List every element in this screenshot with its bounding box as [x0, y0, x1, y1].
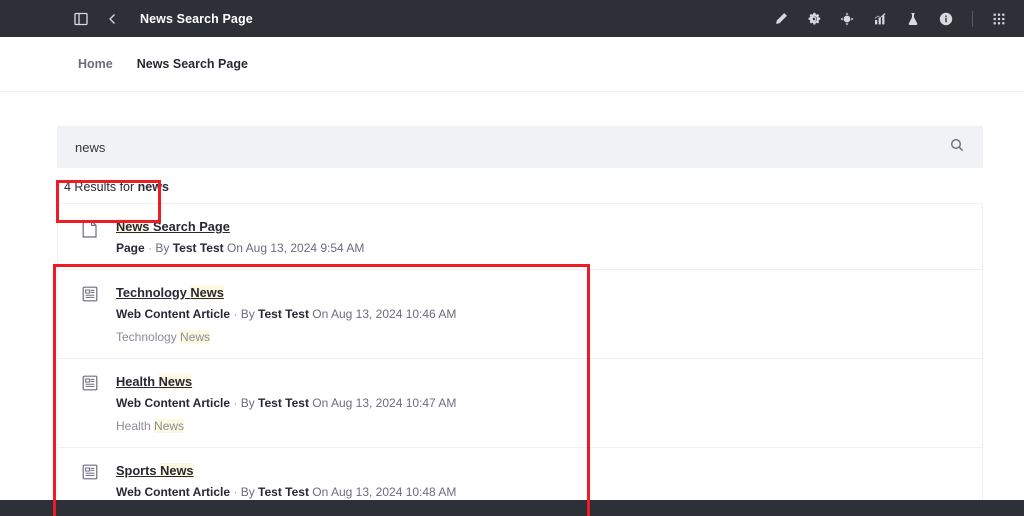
result-by-label: By [240, 485, 259, 499]
breadcrumb-item-home[interactable]: Home [78, 57, 113, 71]
web-content-article-icon [82, 373, 116, 433]
title-highlight: News [158, 374, 193, 389]
title-highlight: News [160, 463, 194, 478]
result-author: Test Test [172, 241, 224, 255]
snippet-pre: Health [116, 419, 155, 433]
table-row[interactable]: Health News Web Content Article · By Tes… [58, 359, 982, 448]
result-date: On Aug 13, 2024 10:47 AM [308, 396, 457, 410]
result-meta: Web Content Article · By Test Test On Au… [116, 485, 982, 499]
result-title-link[interactable]: Technology News [116, 285, 224, 300]
page-document-icon [82, 218, 116, 255]
search-icon [950, 138, 964, 157]
pencil-edit-icon[interactable] [772, 10, 790, 28]
search-input-value: news [75, 139, 106, 155]
sidebar-toggle-icon[interactable] [72, 10, 90, 28]
result-by-label: By [240, 396, 259, 410]
snippet-highlight: News [154, 419, 185, 433]
search-bar: news [57, 126, 983, 168]
product-menu-bar: News Search Page [0, 0, 1024, 37]
search-page-content: news 4 Results for news News Search Page… [0, 92, 1024, 516]
results-count-term: news [137, 180, 169, 194]
snippet-pre: Technology [116, 330, 181, 344]
title-pre: Technology [116, 285, 191, 300]
result-date: On Aug 13, 2024 10:48 AM [308, 485, 457, 499]
result-author: Test Test [258, 485, 309, 499]
search-submit-button[interactable] [931, 126, 983, 168]
result-by-label: By [240, 307, 259, 321]
search-input[interactable]: news [57, 126, 931, 168]
table-row[interactable]: News Search Page Page · By Test Test On … [58, 204, 982, 270]
result-meta-separator: · [233, 396, 238, 410]
result-body: News Search Page Page · By Test Test On … [116, 218, 982, 255]
globe-simulation-icon[interactable] [838, 10, 856, 28]
table-row[interactable]: Technology News Web Content Article · By… [58, 270, 982, 359]
gear-settings-icon[interactable] [805, 10, 823, 28]
title-highlight: News [190, 285, 224, 300]
title-pre: Health [116, 374, 159, 389]
result-title-link[interactable]: Health News [116, 374, 193, 389]
title-highlight: News [116, 219, 150, 234]
title-pre: Sports [116, 463, 161, 478]
topbar-right-group [772, 10, 1008, 28]
breadcrumb: Home News Search Page [0, 37, 1024, 92]
back-chevron-icon[interactable] [104, 10, 122, 28]
result-type: Web Content Article [116, 396, 231, 410]
result-snippet: Health News [116, 419, 982, 433]
result-type: Web Content Article [116, 485, 231, 499]
result-date: On Aug 13, 2024 10:46 AM [308, 307, 457, 321]
result-meta: Page · By Test Test On Aug 13, 2024 9:54… [116, 241, 982, 255]
result-snippet: Technology News [116, 330, 982, 344]
topbar-divider [972, 10, 973, 27]
footer-bar [0, 500, 1024, 516]
result-meta: Web Content Article · By Test Test On Au… [116, 307, 982, 321]
result-body: Technology News Web Content Article · By… [116, 284, 982, 344]
result-date: On Aug 13, 2024 9:54 AM [223, 241, 365, 255]
results-count: 4 Results for news [64, 180, 169, 194]
snippet-highlight: News [180, 330, 211, 344]
result-meta-separator: · [233, 307, 238, 321]
flask-experiments-icon[interactable] [904, 10, 922, 28]
results-count-prefix: 4 Results for [64, 180, 138, 194]
result-meta: Web Content Article · By Test Test On Au… [116, 396, 982, 410]
result-author: Test Test [258, 307, 309, 321]
breadcrumb-item-news-search-page: News Search Page [136, 57, 248, 71]
result-title-link[interactable]: News Search Page [116, 219, 230, 234]
title-post: Search Page [149, 219, 230, 234]
result-title-link[interactable]: Sports News [116, 463, 194, 478]
result-author: Test Test [258, 396, 309, 410]
result-meta-separator: · [148, 241, 153, 255]
result-type: Page [116, 241, 145, 255]
info-circle-icon[interactable] [937, 10, 955, 28]
web-content-article-icon [82, 284, 116, 344]
result-body: Health News Web Content Article · By Tes… [116, 373, 982, 433]
grid-apps-icon[interactable] [990, 10, 1008, 28]
page-title: News Search Page [140, 11, 253, 26]
result-by-label: By [155, 241, 173, 255]
chart-analytics-icon[interactable] [871, 10, 889, 28]
search-results-list: News Search Page Page · By Test Test On … [57, 203, 983, 516]
topbar-left-group: News Search Page [72, 10, 253, 28]
result-type: Web Content Article [116, 307, 231, 321]
result-meta-separator: · [233, 485, 238, 499]
